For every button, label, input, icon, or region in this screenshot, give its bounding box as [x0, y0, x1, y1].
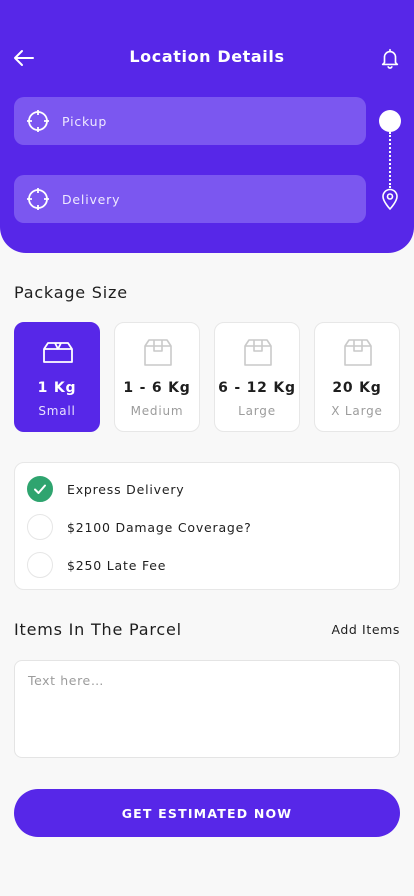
route-start-dot [379, 110, 401, 132]
route-dotted-line [389, 132, 391, 188]
package-option-small[interactable]: 1 Kg Small [14, 322, 100, 432]
box-icon [144, 339, 172, 366]
delivery-options-card: Express Delivery $2100 Damage Coverage? … [14, 462, 400, 590]
items-textarea[interactable] [14, 660, 400, 758]
crosshair-icon [26, 109, 50, 133]
page-title: Location Details [129, 47, 285, 66]
get-estimate-button[interactable]: GET ESTIMATED NOW [14, 789, 400, 837]
package-size-label: Small [38, 404, 76, 418]
check-circle-icon[interactable] [27, 476, 53, 502]
add-items-link[interactable]: Add Items [331, 622, 400, 637]
box-icon [344, 339, 372, 366]
package-weight: 1 - 6 Kg [123, 380, 191, 396]
option-late-fee[interactable]: $250 Late Fee [27, 552, 166, 578]
package-size-title: Package Size [14, 283, 128, 302]
package-weight: 1 Kg [37, 380, 77, 396]
option-damage-coverage[interactable]: $2100 Damage Coverage? [27, 514, 252, 540]
location-details-screen: Location Details Pickup Delivery Package… [0, 0, 414, 896]
package-weight: 20 Kg [332, 380, 382, 396]
check-circle-icon[interactable] [27, 552, 53, 578]
delivery-field[interactable]: Delivery [14, 175, 366, 223]
package-weight: 6 - 12 Kg [218, 380, 296, 396]
box-icon [43, 342, 73, 363]
delivery-label: Delivery [62, 191, 121, 207]
check-circle-icon[interactable] [27, 514, 53, 540]
box-icon [244, 339, 272, 366]
crosshair-icon [26, 187, 50, 211]
pickup-field[interactable]: Pickup [14, 97, 366, 145]
option-label: $250 Late Fee [67, 557, 167, 573]
option-label: $2100 Damage Coverage? [67, 519, 252, 535]
pickup-label: Pickup [62, 113, 108, 129]
header: Location Details Pickup Delivery [0, 0, 414, 253]
package-option-x-large[interactable]: 20 Kg X Large [314, 322, 400, 432]
notification-button[interactable] [376, 44, 404, 72]
package-option-large[interactable]: 6 - 12 Kg Large [214, 322, 300, 432]
package-option-medium[interactable]: 1 - 6 Kg Medium [114, 322, 200, 432]
map-pin-icon [382, 188, 398, 211]
package-size-label: Medium [130, 404, 184, 418]
items-title: Items In The Parcel [14, 620, 182, 639]
package-size-label: Large [238, 404, 276, 418]
package-size-label: X Large [331, 404, 383, 418]
bell-icon [381, 48, 399, 69]
option-label: Express Delivery [67, 481, 185, 497]
option-express-delivery[interactable]: Express Delivery [27, 476, 184, 502]
